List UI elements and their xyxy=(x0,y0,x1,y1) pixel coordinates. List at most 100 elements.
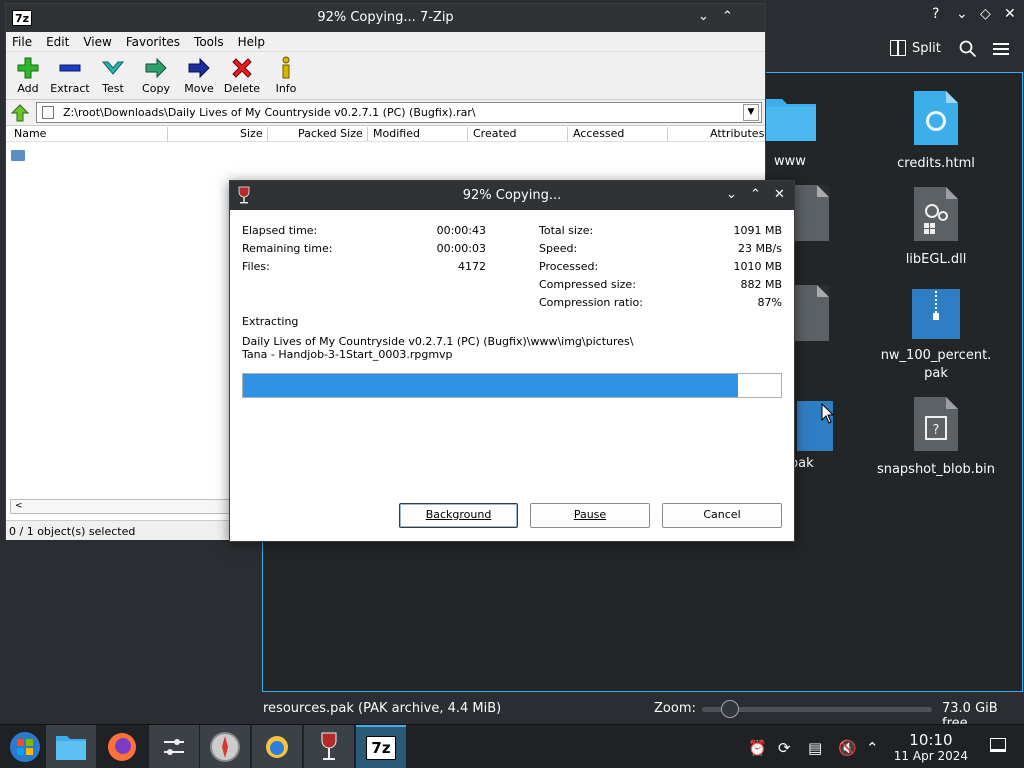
menu-edit[interactable]: Edit xyxy=(46,35,69,49)
clock-date: 11 Apr 2024 xyxy=(893,749,968,763)
file-snapshot-blob-bin[interactable]: ? snapshot_blob.bin xyxy=(871,395,1001,479)
col-size[interactable]: Size xyxy=(240,127,263,140)
task-7zip[interactable]: 7z xyxy=(356,725,406,768)
task-settings[interactable] xyxy=(149,725,199,768)
show-desktop-icon[interactable] xyxy=(990,738,1006,752)
elapsed-time-label: Elapsed time: xyxy=(242,224,318,237)
speed-label: Speed: xyxy=(539,242,578,255)
minimize-icon[interactable]: ⌄ xyxy=(698,9,709,24)
close-icon[interactable]: ✕ xyxy=(1004,6,1016,22)
notifications-icon[interactable]: ⏰ xyxy=(748,739,767,757)
address-input[interactable]: Z:\root\Downloads\Daily Lives of My Coun… xyxy=(36,102,762,123)
background-button[interactable]: Background xyxy=(399,503,518,528)
search-icon[interactable] xyxy=(959,40,977,58)
delete-button[interactable]: Delete xyxy=(220,54,264,95)
task-wine[interactable] xyxy=(304,725,354,768)
maximize-icon[interactable]: ⌃ xyxy=(722,9,733,24)
updates-icon[interactable]: ⟳ xyxy=(778,739,791,757)
col-packed-size[interactable]: Packed Size xyxy=(298,127,363,140)
add-button[interactable]: Add xyxy=(6,54,50,95)
menu-tools[interactable]: Tools xyxy=(194,35,224,49)
file-label: snapshot_blob.bin xyxy=(876,462,996,477)
current-file: Tana - Handjob-3-1Start_0003.rpgmvp xyxy=(242,348,453,361)
sun-globe-icon xyxy=(266,736,288,758)
maximize-icon[interactable]: ◇ xyxy=(980,6,991,22)
split-label: Split xyxy=(912,40,941,56)
zoom-label: Zoom: xyxy=(654,701,696,716)
test-button[interactable]: Test xyxy=(91,54,135,95)
horizontal-scrollbar[interactable]: < xyxy=(10,499,230,514)
address-text: Z:\root\Downloads\Daily Lives of My Coun… xyxy=(63,106,476,119)
total-size-value: 1091 MB xyxy=(733,224,782,237)
task-firefox[interactable] xyxy=(97,725,147,768)
menu-favorites[interactable]: Favorites xyxy=(126,35,180,49)
progress-fill xyxy=(243,374,738,397)
dialog-title: 92% Copying... xyxy=(462,188,562,203)
move-arrow-icon xyxy=(188,57,210,79)
cancel-label: Cancel xyxy=(703,508,741,521)
copy-arrow-icon xyxy=(145,57,167,79)
clipboard-icon[interactable]: ▤ xyxy=(808,739,822,757)
dialog-titlebar[interactable]: 92% Copying... ⌄ ⌃ ✕ xyxy=(230,181,794,210)
elapsed-time-value: 00:00:43 xyxy=(436,224,486,237)
split-button[interactable]: Split xyxy=(890,40,941,56)
up-folder-icon[interactable] xyxy=(11,104,29,122)
files-value: 4172 xyxy=(458,260,486,273)
info-button[interactable]: Info xyxy=(264,54,308,95)
minimize-icon[interactable]: ⌄ xyxy=(726,187,737,202)
maximize-icon[interactable]: ⌃ xyxy=(750,187,761,202)
remaining-time-value: 00:00:03 xyxy=(436,242,486,255)
minus-icon xyxy=(59,64,81,72)
info-label: Info xyxy=(275,82,297,95)
column-header: Name Size Packed Size Modified Created A… xyxy=(6,126,765,142)
window-title: 92% Copying... 7-Zip xyxy=(317,10,454,25)
app-launcher-button[interactable] xyxy=(0,725,50,768)
copy-button[interactable]: Copy xyxy=(134,54,178,95)
chevron-down-icon[interactable]: ▼ xyxy=(743,104,759,121)
task-app[interactable] xyxy=(252,725,302,768)
remaining-time-label: Remaining time: xyxy=(242,242,333,255)
file-nw-100-percent-pak[interactable]: nw_100_percent. pak xyxy=(871,289,1001,383)
compression-ratio-label: Compression ratio: xyxy=(539,296,643,309)
col-created[interactable]: Created xyxy=(473,127,517,140)
dll-file-icon xyxy=(914,187,958,241)
task-dolphin[interactable] xyxy=(46,725,96,768)
close-icon[interactable]: ✕ xyxy=(774,187,785,202)
7zip-titlebar[interactable]: 7z 92% Copying... 7-Zip ⌄ ⌃ xyxy=(6,4,765,32)
cancel-button[interactable]: Cancel xyxy=(662,503,782,528)
total-size-label: Total size: xyxy=(539,224,594,237)
minimize-icon[interactable]: ⌄ xyxy=(956,6,968,22)
col-name[interactable]: Name xyxy=(14,127,46,140)
menu-view[interactable]: View xyxy=(83,35,111,49)
task-compass[interactable] xyxy=(200,725,250,768)
file-label: credits.html xyxy=(897,156,975,171)
delete-label: Delete xyxy=(223,82,261,95)
compressed-size-label: Compressed size: xyxy=(539,278,636,291)
zoom-slider-handle[interactable] xyxy=(720,700,739,718)
file-credits-html[interactable]: credits.html xyxy=(871,89,1001,173)
col-accessed[interactable]: Accessed xyxy=(573,127,624,140)
clock-time: 10:10 xyxy=(909,731,953,749)
tray-expand-icon[interactable]: ⌃ xyxy=(866,739,879,757)
col-modified[interactable]: Modified xyxy=(373,127,420,140)
col-attributes[interactable]: Attributes xyxy=(710,127,764,140)
help-icon[interactable]: ? xyxy=(932,6,939,22)
pause-button[interactable]: Pause xyxy=(530,503,650,528)
compressed-size-value: 882 MB xyxy=(740,278,782,291)
address-bar: Z:\root\Downloads\Daily Lives of My Coun… xyxy=(6,100,765,126)
background-label: Background xyxy=(425,508,492,521)
menu-help[interactable]: Help xyxy=(238,35,265,49)
compression-ratio-value: 87% xyxy=(757,296,782,309)
volume-muted-icon[interactable]: 🔇 xyxy=(838,739,857,757)
clock[interactable]: 10:10 11 Apr 2024 xyxy=(894,731,968,763)
status-text: resources.pak (PAK archive, 4.4 MiB) xyxy=(263,701,502,716)
dolphin-statusbar: resources.pak (PAK archive, 4.4 MiB) Zoo… xyxy=(262,698,1024,731)
copy-label: Copy xyxy=(142,82,170,95)
add-label: Add xyxy=(17,82,39,95)
move-button[interactable]: Move xyxy=(177,54,221,95)
extract-button[interactable]: Extract xyxy=(48,54,92,95)
folder-icon[interactable] xyxy=(11,150,25,161)
file-libegl-dll[interactable]: libEGL.dll xyxy=(871,185,1001,269)
hamburger-menu-icon[interactable] xyxy=(993,43,1009,55)
menu-file[interactable]: File xyxy=(12,35,32,49)
